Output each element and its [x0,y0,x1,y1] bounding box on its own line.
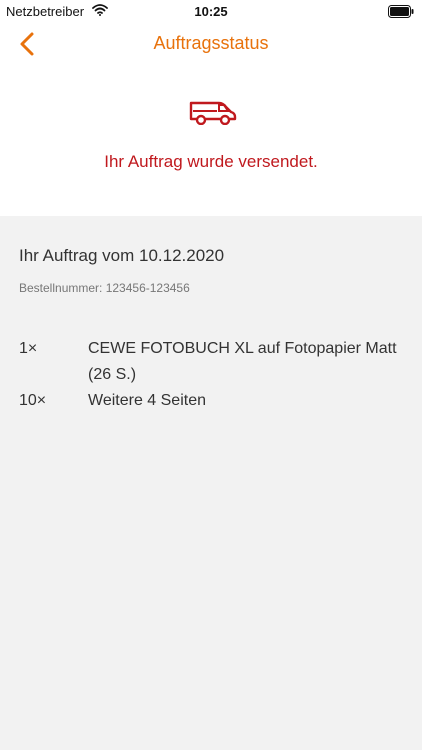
status-bar: Netzbetreiber 10:25 [0,0,422,24]
order-item: 10× Weitere 4 Seiten [19,388,409,414]
item-quantity: 10× [19,392,47,409]
item-name: CEWE FOTOBUCH XL auf Fotopapier Matt (26… [88,340,397,383]
order-heading: Ihr Auftrag vom 10.12.2020 [19,246,225,265]
home-indicator [0,736,422,750]
status-header: Netzbetreiber 10:25 Auftragsstatus Ihr A… [0,0,422,216]
status-time: 10:25 [194,4,228,19]
order-item: 1× CEWE FOTOBUCH XL auf Fotopapier Matt … [19,336,409,388]
battery-icon [388,5,414,18]
delivery-van-icon [189,101,237,125]
order-items-list: 1× CEWE FOTOBUCH XL auf Fotopapier Matt … [19,336,409,414]
item-quantity: 1× [19,340,38,357]
order-number: Bestellnummer: 123456-123456 [19,281,190,295]
page-title: Auftragsstatus [153,33,269,53]
navigation-bar: Auftragsstatus [0,24,422,64]
shipping-status-message: Ihr Auftrag wurde versendet. [104,152,318,171]
item-name: Weitere 4 Seiten [88,392,206,409]
